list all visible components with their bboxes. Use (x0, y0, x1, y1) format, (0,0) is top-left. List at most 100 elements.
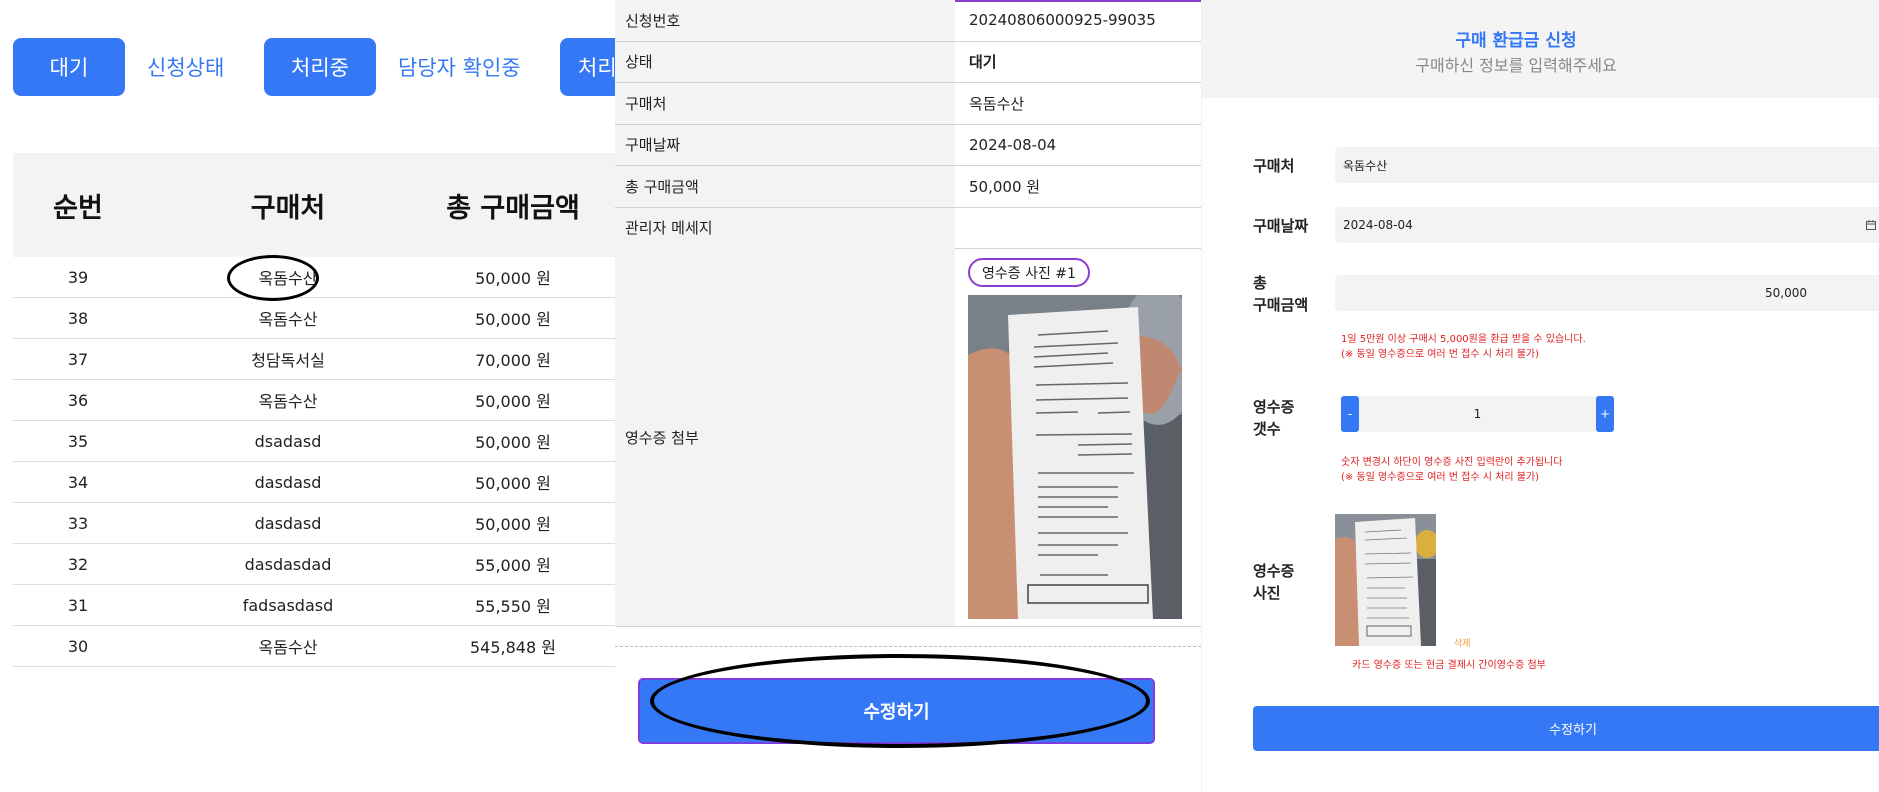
row-amount: 50,000 원 (475, 433, 551, 452)
row-number: 34 (67, 472, 89, 492)
row-number: 37 (67, 349, 89, 369)
receipt-photo-badge[interactable]: 영수증 사진 #1 (968, 258, 1090, 287)
store-label: 구매처 (1253, 157, 1295, 175)
status-waiting-label: 신청상태 (147, 56, 225, 80)
row-number: 31 (67, 595, 89, 615)
row-store: 청담독서실 (251, 351, 325, 370)
amount-label-line1: 총 (1253, 274, 1267, 292)
row-amount: 50,000 원 (475, 474, 551, 493)
count-label-line2: 갯수 (1253, 420, 1281, 438)
table-row[interactable]: 36 옥돔수산 50,000 원 (13, 380, 615, 421)
row-store: dasdasd (254, 472, 322, 492)
count-note-line1: 숫자 변경시 하단이 영수증 사진 입력란이 추가됩니다 (1341, 457, 1563, 468)
count-note: 숫자 변경시 하단이 영수증 사진 입력란이 추가됩니다 (※ 동일 영수증으로… (1341, 455, 1562, 485)
store-input[interactable]: 옥돔수산 (1335, 147, 1879, 183)
form-title: 구매 환급금 신청 (1455, 31, 1577, 51)
amount-label-line2: 구매금액 (1253, 296, 1309, 314)
photo-label: 영수증 사진 (1253, 560, 1294, 604)
amount-note-line2: (※ 동일 영수증으로 여러 번 접수 시 처리 불가) (1341, 349, 1540, 360)
photo-label-line1: 영수증 (1253, 562, 1295, 580)
row-amount: 50,000 원 (475, 515, 551, 534)
table-row[interactable]: 38 옥돔수산 50,000 원 (13, 298, 615, 339)
detail-key: 관리자 메세지 (615, 207, 955, 248)
table-row[interactable]: 37 청담독서실 70,000 원 (13, 339, 615, 380)
count-increment-button[interactable]: + (1596, 396, 1614, 432)
row-store: fadsasdasd (242, 595, 334, 615)
row-store: 옥돔수산 (258, 392, 318, 411)
amount-note: 1일 5만원 이상 구매시 5,000원을 환급 받을 수 있습니다. (※ 동… (1341, 332, 1586, 362)
detail-row: 신청번호 20240806000925-99035 (615, 0, 1201, 42)
form-subtitle: 구매하신 정보를 입력해주세요 (1415, 56, 1617, 75)
row-store: dasdasd (254, 513, 322, 533)
row-store: 옥돔수산 (258, 638, 318, 657)
row-number: 39 (67, 267, 89, 287)
row-amount: 545,848 원 (470, 638, 556, 657)
amount-input[interactable]: 50,000 (1335, 275, 1879, 311)
status-done-button[interactable]: 처리완 (560, 38, 615, 96)
row-amount: 50,000 원 (475, 269, 551, 288)
refund-form-panel: 구매 환급금 신청 구매하신 정보를 입력해주세요 구매처 옥돔수산 구매날짜 … (1201, 0, 1879, 792)
highlight-circle-annotation (227, 255, 319, 301)
column-header-store: 구매처 (250, 192, 326, 224)
detail-key: 구매처 (615, 83, 955, 124)
detail-value: 2024-08-04 (969, 135, 1057, 154)
status-processing-button[interactable]: 처리중 (264, 38, 376, 96)
detail-key: 신청번호 (615, 0, 955, 41)
count-note-line2: (※ 동일 영수증으로 여러 번 접수 시 처리 불가) (1341, 472, 1540, 483)
table-header: 순번 구매처 총 구매금액 (13, 153, 615, 257)
column-header-number: 순번 (53, 192, 103, 224)
row-number: 30 (67, 636, 89, 656)
status-processing-label: 담당자 확인중 (398, 56, 521, 80)
date-input[interactable]: 2024-08-04 (1335, 207, 1879, 243)
detail-value: 옥돔수산 (969, 94, 1025, 113)
photo-label-line2: 사진 (1253, 584, 1281, 602)
detail-key: 총 구매금액 (615, 166, 955, 207)
divider (615, 646, 1201, 647)
detail-value (955, 208, 1201, 249)
row-amount: 55,000 원 (475, 556, 551, 575)
row-store: dsadasd (254, 431, 322, 451)
photo-note: 카드 영수증 또는 현금 결제시 간이영수증 첨부 (1352, 660, 1546, 671)
detail-value: 대기 (969, 53, 997, 72)
receipt-thumbnail[interactable] (1335, 514, 1436, 646)
amount-note-line1: 1일 5만원 이상 구매시 5,000원을 환급 받을 수 있습니다. (1341, 334, 1586, 345)
table-row[interactable]: 33 dasdasd 50,000 원 (13, 503, 615, 544)
receipt-photo[interactable] (968, 295, 1182, 619)
row-amount: 50,000 원 (475, 310, 551, 329)
detail-key: 구매날짜 (615, 124, 955, 165)
table-row[interactable]: 32 dasdasdad 55,000 원 (13, 544, 615, 585)
row-amount: 70,000 원 (475, 351, 551, 370)
table-row[interactable]: 35 dsadasd 50,000 원 (13, 421, 615, 462)
request-detail-panel: 신청번호 20240806000925-99035 상태 대기구매처 옥돔수산구매날짜 2… (615, 0, 1201, 792)
row-number: 33 (67, 513, 89, 533)
row-number: 38 (67, 308, 89, 328)
row-store: dasdasdad (244, 554, 332, 574)
detail-value: 20240806000925-99035 (969, 11, 1156, 30)
table-row[interactable]: 31 fadsasdasd 55,550 원 (13, 585, 615, 626)
row-amount: 55,550 원 (475, 597, 551, 616)
submit-edit-button[interactable]: 수정하기 (1253, 706, 1879, 751)
detail-row: 구매날짜 2024-08-04 (615, 124, 1201, 166)
form-header: 구매 환급금 신청 구매하신 정보를 입력해주세요 (1202, 0, 1879, 98)
table-row[interactable]: 30 옥돔수산 545,848 원 (13, 626, 615, 667)
count-stepper-value[interactable]: 1 (1359, 396, 1596, 432)
highlight-circle-annotation (650, 654, 1150, 748)
row-number: 32 (67, 554, 89, 574)
count-decrement-button[interactable]: - (1341, 396, 1359, 432)
delete-photo-link[interactable]: 삭제 (1454, 636, 1471, 649)
detail-key: 상태 (615, 41, 955, 82)
detail-row: 총 구매금액 50,000 원 (615, 166, 1201, 208)
row-store: 옥돔수산 (258, 310, 318, 329)
detail-row: 관리자 메세지 (615, 207, 1201, 249)
count-label: 영수증 갯수 (1253, 396, 1294, 440)
table-row[interactable]: 34 dasdasd 50,000 원 (13, 462, 615, 503)
detail-value: 50,000 원 (969, 177, 1041, 196)
detail-row: 구매처 옥돔수산 (615, 83, 1201, 125)
amount-label: 총 구매금액 (1253, 272, 1308, 316)
count-label-line1: 영수증 (1253, 398, 1295, 416)
status-waiting-button[interactable]: 대기 (13, 38, 125, 96)
date-label: 구매날짜 (1253, 217, 1309, 235)
detail-row: 상태 대기 (615, 41, 1201, 83)
row-amount: 50,000 원 (475, 392, 551, 411)
calendar-icon[interactable] (1866, 220, 1876, 230)
